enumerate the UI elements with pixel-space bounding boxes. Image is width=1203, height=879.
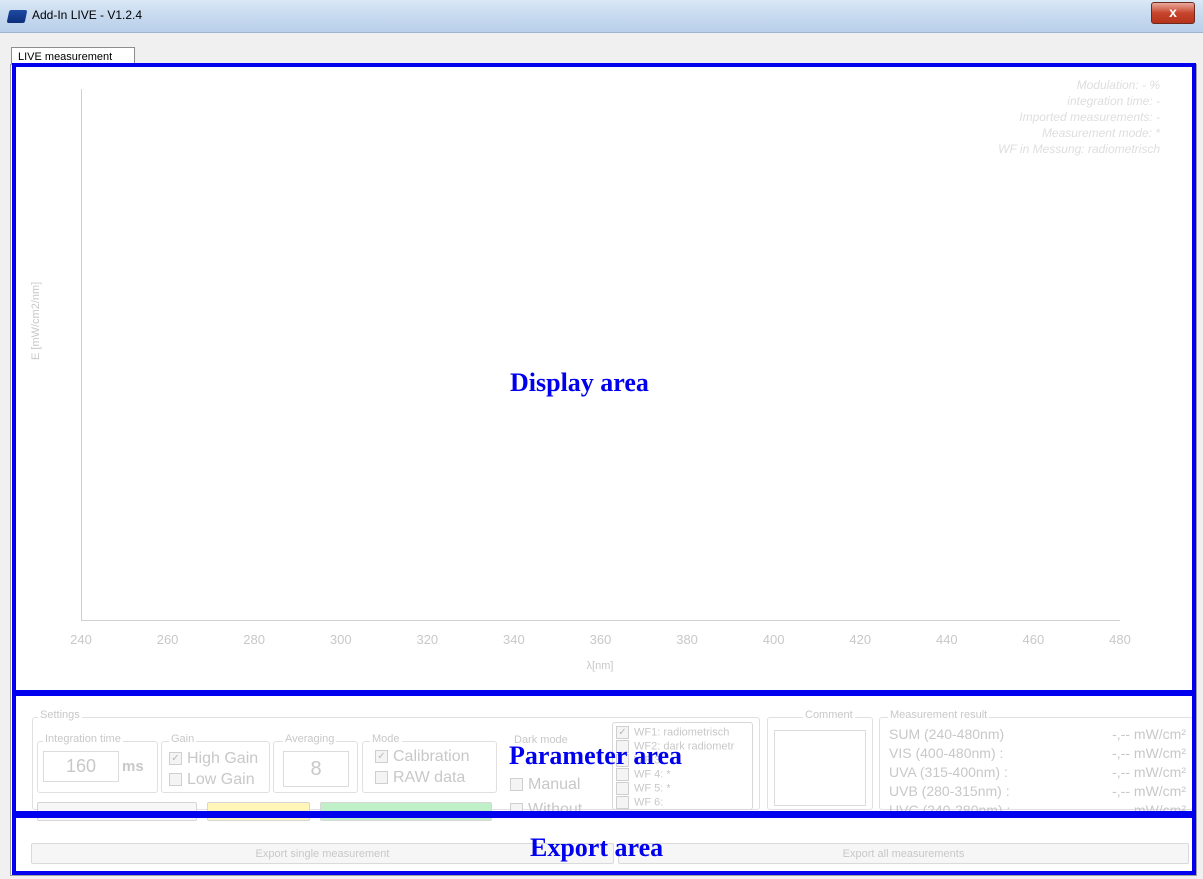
app-icon: [6, 10, 28, 23]
display-area-label: Display area: [510, 368, 649, 397]
title-bar: Add-In LIVE - V1.2.4 x: [0, 0, 1203, 33]
close-button[interactable]: x: [1151, 2, 1195, 24]
window-title: Add-In LIVE - V1.2.4: [32, 8, 143, 22]
parameter-area-label: Parameter area: [509, 741, 682, 770]
export-area-label: Export area: [530, 833, 664, 862]
